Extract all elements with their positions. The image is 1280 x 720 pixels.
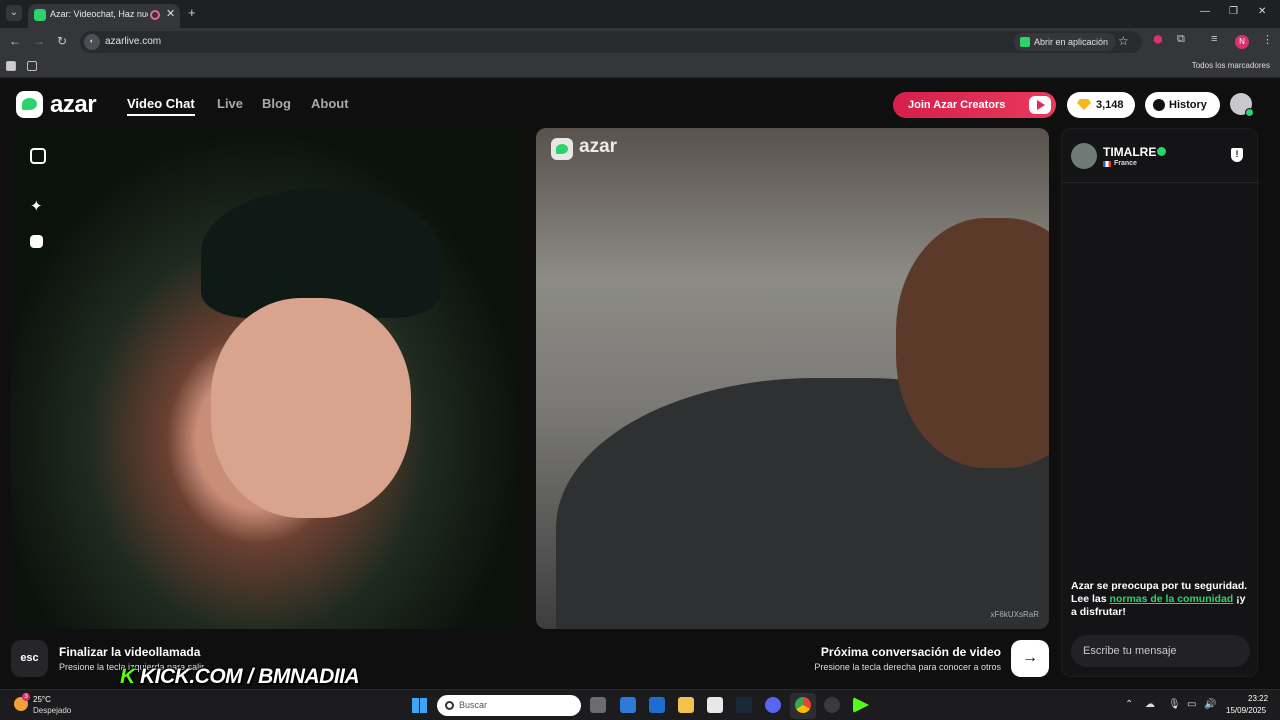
partner-video-id: xF6kUXsRaR xyxy=(990,610,1039,619)
search-icon xyxy=(445,701,454,710)
taskbar-date[interactable]: 15/09/2025 xyxy=(1226,706,1266,715)
microphone-icon[interactable]: 🎙 xyxy=(1168,699,1181,710)
taskbar-search[interactable]: Buscar xyxy=(437,695,581,716)
outlook-icon[interactable] xyxy=(649,697,665,713)
face-filter-icon[interactable] xyxy=(30,235,43,248)
online-status-icon xyxy=(1245,108,1254,117)
gem-icon xyxy=(1077,99,1091,110)
azar-watermark-icon xyxy=(551,138,573,160)
open-in-app-button[interactable]: Abrir en aplicación xyxy=(1014,33,1117,51)
store-icon[interactable] xyxy=(620,697,636,713)
next-chat-hint: Presione la tecla derecha para conocer a… xyxy=(814,662,1001,672)
obs-icon[interactable] xyxy=(824,697,840,713)
azar-page: azar Video Chat Live Blog About Join Aza… xyxy=(0,80,1280,689)
network-icon[interactable]: ▭ xyxy=(1187,699,1196,710)
safety-notice: Azar se preocupa por tu seguridad. Lee l… xyxy=(1071,580,1248,618)
extensions-puzzle-icon[interactable]: ⧉ xyxy=(1177,33,1185,46)
my-video: ✦ xyxy=(11,128,524,629)
profile-avatar[interactable]: N xyxy=(1235,35,1249,49)
forward-icon[interactable]: → xyxy=(33,34,45,48)
task-view-icon[interactable] xyxy=(590,697,606,713)
windows-start-icon[interactable] xyxy=(412,698,427,713)
taskbar-time[interactable]: 23:22 xyxy=(1248,694,1268,703)
nav-live[interactable]: Live xyxy=(217,96,243,111)
next-chat-button[interactable]: → xyxy=(1011,640,1049,677)
kick-logo-icon: K xyxy=(120,665,135,688)
temperature: 25°C xyxy=(33,695,51,704)
steam-icon[interactable] xyxy=(736,697,752,713)
weather-status: Despejado xyxy=(33,706,72,715)
effects-sparkle-icon[interactable]: ✦ xyxy=(30,199,46,215)
next-chat-title: Próxima conversación de video xyxy=(820,645,1001,659)
chat-panel: TIMALRE France ! Azar se preocupa por tu… xyxy=(1061,128,1259,677)
media-controls-icon[interactable]: ≡ xyxy=(1211,33,1217,45)
stream-overlay-text: K KICK.COM / BMNADIIA xyxy=(120,665,360,688)
report-shield-icon[interactable]: ! xyxy=(1231,148,1243,162)
restore-icon[interactable]: ❐ xyxy=(1229,6,1238,17)
kick-app-icon[interactable] xyxy=(853,697,869,713)
url-text: azarlive.com xyxy=(105,36,162,47)
back-icon[interactable]: ← xyxy=(9,34,21,48)
volume-icon[interactable]: 🔊 xyxy=(1204,699,1216,710)
file-explorer-icon[interactable] xyxy=(678,697,694,713)
community-rules-link[interactable]: normas de la comunidad xyxy=(1110,593,1234,605)
partner-figure-head xyxy=(896,218,1049,468)
chrome-icon[interactable] xyxy=(795,697,811,713)
message-input[interactable]: Escribe tu mensaje xyxy=(1071,635,1250,667)
clock-icon xyxy=(1153,99,1165,111)
discord-icon[interactable] xyxy=(765,697,781,713)
bookmarks-bar: Todos los marcadores xyxy=(0,56,1280,78)
menu-icon[interactable]: ⋮ xyxy=(1262,33,1273,46)
france-flag-icon xyxy=(1103,161,1111,167)
all-bookmarks-link[interactable]: Todos los marcadores xyxy=(1192,61,1270,70)
reload-icon[interactable]: ↻ xyxy=(57,34,67,48)
partner-video: azar xF6kUXsRaR xyxy=(536,128,1049,629)
azar-app-icon xyxy=(1020,37,1030,47)
tab-title: Azar: Videochat, Haz nuevo xyxy=(50,9,148,19)
recording-indicator-icon xyxy=(150,10,160,20)
end-call-button[interactable]: esc xyxy=(11,640,48,677)
gems-count: 3,148 xyxy=(1096,99,1124,111)
browser-tab-azar[interactable]: Azar: Videochat, Haz nuevo ✕ xyxy=(28,4,180,28)
join-creators-button[interactable]: Join Azar Creators xyxy=(893,92,1056,118)
nav-about[interactable]: About xyxy=(311,96,349,111)
site-info-icon[interactable]: ◐ xyxy=(84,34,100,50)
tab-search-button[interactable]: ⌄ xyxy=(6,5,22,21)
app-icon[interactable] xyxy=(707,697,723,713)
azar-favicon-icon xyxy=(34,9,46,21)
resize-icon[interactable] xyxy=(30,148,46,164)
chat-divider xyxy=(1062,182,1259,183)
partner-name[interactable]: TIMALRE xyxy=(1103,145,1156,159)
gems-button[interactable]: 3,148 xyxy=(1067,92,1135,118)
bookmark-star-icon[interactable]: ☆ xyxy=(1118,34,1129,48)
end-call-title: Finalizar la videollamada xyxy=(59,645,201,659)
weather-badge: 3 xyxy=(22,693,30,701)
user-avatar[interactable] xyxy=(1230,93,1254,117)
logo-text: azar xyxy=(50,91,97,118)
cloud-icon[interactable]: ☁ xyxy=(1145,699,1155,710)
video-figure-face xyxy=(211,298,411,518)
minimize-icon[interactable]: — xyxy=(1200,6,1210,17)
azar-logo-icon xyxy=(16,91,43,118)
address-bar[interactable]: ◐ azarlive.com Abrir en aplicación ☆ xyxy=(80,31,1142,53)
close-window-icon[interactable]: ✕ xyxy=(1258,6,1266,17)
new-tab-button[interactable]: + xyxy=(188,5,196,20)
nav-video-chat[interactable]: Video Chat xyxy=(127,96,195,116)
nav-blog[interactable]: Blog xyxy=(262,96,291,111)
tray-overflow-icon[interactable]: ⌃ xyxy=(1125,699,1133,710)
browser-toolbar: ← → ↻ ◐ azarlive.com Abrir en aplicación… xyxy=(0,28,1280,56)
close-tab-icon[interactable]: ✕ xyxy=(166,7,175,20)
partner-avatar[interactable] xyxy=(1071,143,1097,169)
apps-grid-icon[interactable] xyxy=(27,61,37,71)
play-icon xyxy=(1029,96,1051,114)
history-button[interactable]: History xyxy=(1145,92,1220,118)
bookmark-item-icon[interactable] xyxy=(6,61,16,71)
partner-country: France xyxy=(1114,160,1137,167)
extension-icon[interactable]: ⬢ xyxy=(1153,33,1163,46)
windows-taskbar: 3 25°C Despejado Buscar ⌃ ☁ 🎙 ▭ 🔊 23:22 … xyxy=(0,689,1280,720)
verified-icon xyxy=(1157,147,1166,156)
browser-tab-bar: ⌄ Azar: Videochat, Haz nuevo ✕ + — ❐ ✕ xyxy=(0,0,1280,28)
